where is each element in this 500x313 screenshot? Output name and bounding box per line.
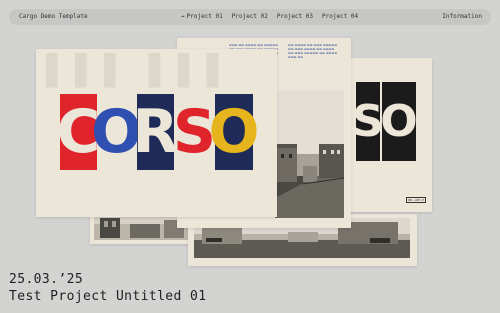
poster-letter-r: R	[132, 94, 179, 170]
poster-letter-o-2: O	[209, 94, 260, 170]
poster-letter-o-1: O	[91, 94, 142, 170]
poster-letter-s: S	[173, 94, 216, 170]
poster-letter-o: O	[380, 82, 418, 161]
project-title: Test Project Untitled 01	[9, 289, 207, 304]
poster-background-text: ▌▌▌ ▌▌▌	[46, 53, 236, 88]
poster-card-front[interactable]: ▌▌▌ ▌▌▌ C O R S O	[36, 49, 277, 217]
corso-wordmark: C O R S O	[56, 94, 260, 170]
project-gallery: S O SEL·ART·E ▬▬▬ ▬▬ ▬▬▬▬ ▬▬ ▬▬▬▬▬ ▬▬ ▬▬…	[0, 0, 500, 313]
poster-card-right[interactable]: S O SEL·ART·E	[344, 58, 432, 212]
poster-letter-s: S	[352, 82, 384, 161]
project-date: 25.03.’25	[9, 272, 84, 287]
stamp-label: SEL·ART·E	[405, 197, 426, 203]
